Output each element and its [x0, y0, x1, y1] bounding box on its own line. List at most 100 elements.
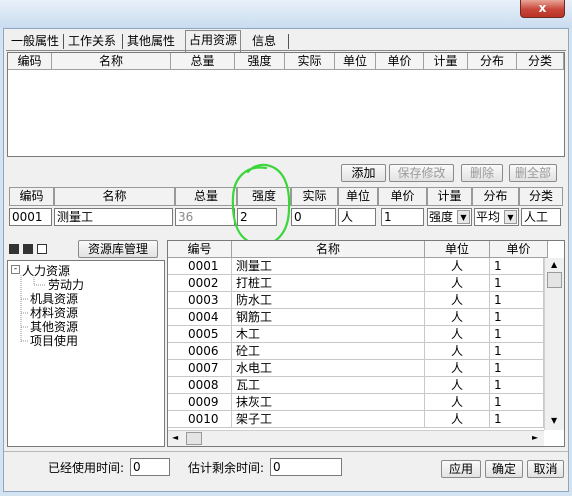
tab-strip-border [6, 50, 566, 51]
category-field[interactable]: 人工 [521, 208, 561, 226]
tab-work-relations[interactable]: 工作关系 [65, 32, 119, 51]
table-row[interactable]: 0001 测量工人 1 [168, 258, 545, 275]
table-row[interactable]: 0008 瓦工人 1 [168, 377, 545, 394]
code-field[interactable]: 0001 [9, 208, 52, 226]
expand-icon[interactable] [9, 244, 19, 254]
table-row[interactable]: 0003 防水工人 1 [168, 292, 545, 309]
column-header[interactable]: 编码 [8, 53, 52, 70]
delete-all-button[interactable]: 删全部 [509, 164, 557, 182]
close-icon: x [538, 1, 547, 15]
tab-other-properties[interactable]: 其他属性 [124, 32, 178, 51]
form-header-category: 分类 [519, 187, 563, 206]
table-cell: 人 [425, 292, 490, 309]
measure-select[interactable]: 强度 ▼ [427, 208, 472, 226]
table-row[interactable]: 0007 水电工人 1 [168, 360, 545, 377]
scroll-down-arrow-icon[interactable]: ▼ [551, 416, 557, 425]
table-cell: 1 [490, 326, 544, 343]
measure-select-value: 强度 [429, 210, 454, 224]
table-cell: 木工 [232, 326, 425, 343]
table-cell: 瓦工 [232, 377, 425, 394]
column-header[interactable]: 分布 [468, 53, 517, 70]
distribution-select-value: 平均 [476, 210, 501, 224]
collapse-icon[interactable] [23, 244, 33, 254]
used-time-field[interactable]: 0 [130, 458, 170, 476]
table-row[interactable]: 0006 砼工人 1 [168, 343, 545, 360]
chevron-down-icon[interactable]: ▼ [457, 210, 470, 224]
table-cell: 人 [425, 377, 490, 394]
tab-divider [288, 34, 289, 49]
column-header[interactable]: 单位 [425, 241, 490, 258]
chevron-down-icon[interactable]: ▼ [504, 210, 517, 224]
save-changes-button[interactable]: 保存修改 [389, 164, 454, 182]
name-field[interactable]: 测量工 [54, 208, 173, 226]
column-header[interactable]: 编号 [168, 241, 232, 258]
table-cell: 0003 [168, 292, 232, 309]
table-row[interactable]: 0004 钢筋工人 1 [168, 309, 545, 326]
tab-occupied-resources[interactable]: 占用资源 [185, 30, 242, 52]
tab-general[interactable]: 一般属性 [8, 32, 62, 51]
column-header[interactable]: 单位 [335, 53, 376, 70]
column-header[interactable]: 实际 [285, 53, 335, 70]
table-cell: 1 [490, 411, 544, 428]
apply-button[interactable]: 应用 [441, 460, 481, 478]
table-cell: 人 [425, 394, 490, 411]
table-cell: 0002 [168, 275, 232, 292]
vertical-scrollbar[interactable]: ▲ ▼ [544, 258, 564, 430]
assigned-resources-grid[interactable]: 编码 名称 总量 强度 实际 单位 单价 计量 分布 分类 [7, 52, 565, 157]
add-button[interactable]: 添加 [341, 164, 386, 182]
unit-field[interactable]: 人 [338, 208, 376, 226]
column-header[interactable]: 强度 [235, 53, 285, 70]
distribution-select[interactable]: 平均 ▼ [474, 208, 519, 226]
remaining-time-field[interactable]: 0 [270, 458, 342, 476]
table-cell: 1 [490, 309, 544, 326]
tab-divider [122, 34, 123, 49]
table-row[interactable]: 0009 抹灰工人 1 [168, 394, 545, 411]
column-header[interactable]: 单价 [376, 53, 424, 70]
horizontal-scrollbar-thumb[interactable] [186, 432, 202, 445]
resource-library-button[interactable]: 资源库管理 [78, 240, 158, 258]
table-cell: 0010 [168, 411, 232, 428]
resource-library-grid[interactable]: 编号 名称 单位 单价 0001 测量工人 1 0002 打桩工人 1 0003 防水工人 1 0… [167, 240, 565, 447]
table-cell: 1 [490, 360, 544, 377]
dialog-client-area: 一般属性 工作关系 其他属性 占用资源 信息 编码 名称 总量 强度 实际 单位… [3, 28, 569, 492]
table-cell: 人 [425, 343, 490, 360]
tab-info[interactable]: 信息 [249, 32, 279, 51]
table-cell: 架子工 [232, 411, 425, 428]
price-field[interactable]: 1 [381, 208, 424, 226]
column-header[interactable]: 单价 [490, 241, 548, 258]
annotation-circle [231, 163, 291, 246]
table-cell: 0008 [168, 377, 232, 394]
table-cell: 人 [425, 326, 490, 343]
column-header[interactable]: 计量 [424, 53, 468, 70]
cancel-button[interactable]: 取消 [527, 460, 564, 478]
table-cell: 0006 [168, 343, 232, 360]
scroll-up-arrow-icon[interactable]: ▲ [551, 260, 557, 269]
delete-button[interactable]: 删除 [461, 164, 503, 182]
scroll-right-arrow-icon[interactable]: ► [532, 433, 538, 442]
list-view-icon[interactable] [37, 244, 47, 254]
table-cell: 0009 [168, 394, 232, 411]
window-titlebar: x [0, 0, 572, 28]
table-cell: 人 [425, 258, 490, 275]
actual-field[interactable]: 0 [291, 208, 336, 226]
scroll-left-arrow-icon[interactable]: ◄ [172, 433, 178, 442]
table-cell: 1 [490, 394, 544, 411]
table-row[interactable]: 0002 打桩工人 1 [168, 275, 545, 292]
column-header[interactable]: 名称 [52, 53, 171, 70]
form-header-price: 单价 [378, 187, 427, 206]
ok-button[interactable]: 确定 [485, 460, 523, 478]
used-time-label: 已经使用时间: [48, 461, 125, 475]
table-cell: 0005 [168, 326, 232, 343]
column-header[interactable]: 分类 [517, 53, 564, 70]
column-header[interactable]: 总量 [171, 53, 235, 70]
table-row[interactable]: 0010 架子工人 1 [168, 411, 545, 428]
table-row[interactable]: 0005 木工人 1 [168, 326, 545, 343]
column-header[interactable]: 名称 [232, 241, 425, 258]
horizontal-scrollbar[interactable]: ◄ ► [168, 430, 544, 446]
table-cell: 钢筋工 [232, 309, 425, 326]
scrollbar-thumb[interactable] [547, 272, 562, 288]
close-button[interactable]: x [520, 0, 565, 18]
table-cell: 人 [425, 360, 490, 377]
resource-category-tree[interactable]: - 人力资源 劳动力 机具资源 材料资源 其他资源 项目使用 [7, 260, 165, 447]
table-cell: 0007 [168, 360, 232, 377]
